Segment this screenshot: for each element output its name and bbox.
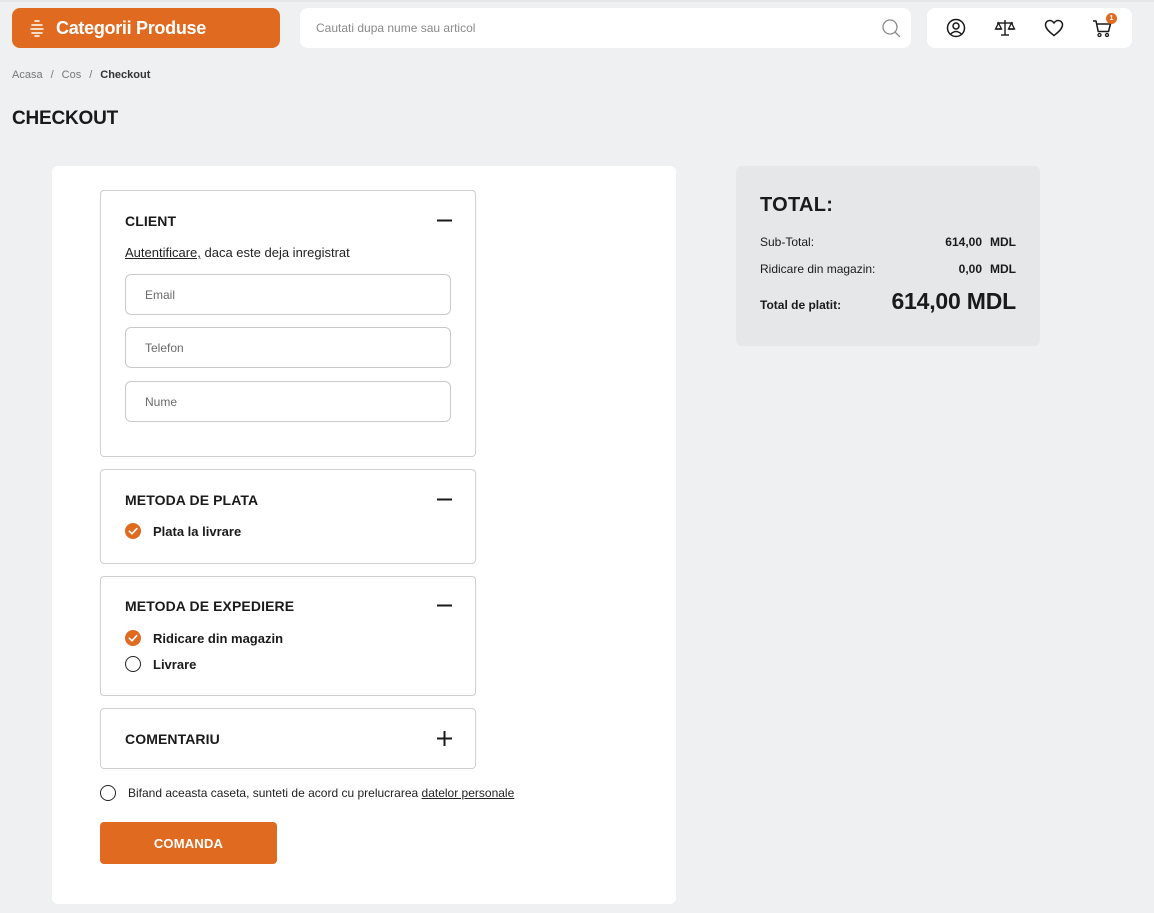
radio-checked-icon: [125, 630, 141, 646]
collapse-minus-icon[interactable]: [436, 491, 453, 508]
grand-total-row: Total de platit: 614,00 MDL: [760, 288, 1016, 315]
login-prompt-text: daca este deja inregistrat: [204, 245, 350, 260]
breadcrumb-separator: /: [50, 69, 54, 81]
name-input[interactable]: [126, 382, 450, 421]
checkout-form-card: CLIENT Autentificare, daca este deja inr…: [52, 166, 676, 904]
collapse-minus-icon[interactable]: [436, 597, 453, 614]
user-icon[interactable]: [945, 17, 967, 39]
cart-icon[interactable]: 1: [1091, 13, 1117, 39]
top-divider: [0, 0, 1154, 2]
consent-text: Bifand aceasta caseta, sunteti de acord …: [128, 786, 419, 800]
order-summary-card: TOTAL: Sub-Total: 614,00 MDL Ridicare din…: [736, 166, 1040, 346]
client-section-title: CLIENT: [125, 213, 177, 229]
client-section: CLIENT Autentificare, daca este deja inr…: [100, 190, 476, 457]
payment-section-title: METODA DE PLATA: [125, 492, 259, 508]
consent-row: Bifand aceasta caseta, sunteti de acord …: [100, 785, 514, 801]
radio-unchecked-icon: [125, 656, 141, 672]
categories-label: Categorii Produse: [56, 17, 206, 38]
currency-label: MDL: [990, 262, 1016, 276]
phone-input[interactable]: [126, 328, 450, 367]
search-icon[interactable]: [881, 18, 901, 38]
comment-section-title: COMENTARIU: [125, 731, 220, 747]
shipping-option-label: Ridicare din magazin: [153, 630, 284, 646]
compare-scale-icon[interactable]: [994, 17, 1016, 39]
search-input[interactable]: [300, 8, 860, 48]
pickup-label: Ridicare din magazin:: [760, 262, 876, 276]
cart-count-badge: 1: [1106, 13, 1117, 24]
email-input[interactable]: [126, 275, 450, 314]
pickup-value: 0,00: [958, 262, 982, 276]
header-icon-bar: 1: [927, 8, 1132, 48]
shipping-option-label: Livrare: [153, 656, 197, 672]
payment-method-section: METODA DE PLATA Plata la livrare: [100, 469, 476, 564]
order-button[interactable]: COMANDA: [100, 822, 277, 864]
currency-label: MDL: [990, 235, 1016, 249]
menu-icon: [30, 19, 44, 37]
shipping-option-delivery[interactable]: Livrare: [125, 656, 196, 672]
payment-option-cash-on-delivery[interactable]: Plata la livrare: [125, 523, 241, 539]
breadcrumb-home[interactable]: Acasa: [12, 69, 43, 81]
radio-checked-icon: [125, 523, 141, 539]
pickup-row: Ridicare din magazin: 0,00 MDL: [760, 262, 1016, 276]
shipping-method-section: METODA DE EXPEDIERE Ridicare din magazin…: [100, 576, 476, 696]
subtotal-row: Sub-Total: 614,00 MDL: [760, 235, 1016, 249]
consent-checkbox[interactable]: [100, 785, 116, 801]
personal-data-link[interactable]: datelor personale: [422, 786, 515, 800]
breadcrumb-current: Checkout: [100, 69, 151, 81]
expand-plus-icon[interactable]: [436, 730, 453, 747]
total-title: TOTAL:: [760, 194, 834, 216]
heart-icon[interactable]: [1043, 17, 1065, 39]
payment-option-label: Plata la livrare: [153, 523, 242, 539]
comment-section[interactable]: COMENTARIU: [100, 708, 476, 769]
grand-total-value: 614,00 MDL: [891, 288, 1016, 314]
collapse-minus-icon[interactable]: [436, 212, 453, 229]
page-title: CHECKOUT: [12, 108, 119, 129]
shipping-option-store-pickup[interactable]: Ridicare din magazin: [125, 630, 283, 646]
subtotal-label: Sub-Total:: [760, 235, 815, 249]
breadcrumb-cart[interactable]: Cos: [62, 69, 82, 81]
email-field: [125, 274, 451, 315]
search-bar: [300, 8, 911, 48]
breadcrumb: Acasa / Cos / Checkout: [12, 69, 150, 81]
categories-button[interactable]: Categorii Produse: [12, 8, 280, 48]
consent-text-wrap: Bifand aceasta caseta, sunteti de acord …: [128, 786, 514, 800]
breadcrumb-separator: /: [89, 69, 93, 81]
phone-field: [125, 327, 451, 368]
grand-total-label: Total de platit:: [760, 298, 842, 312]
shipping-section-title: METODA DE EXPEDIERE: [125, 598, 295, 614]
subtotal-value: 614,00: [945, 235, 982, 249]
login-link[interactable]: Autentificare,: [125, 245, 201, 260]
login-prompt: Autentificare, daca este deja inregistra…: [125, 245, 350, 260]
name-field: [125, 381, 451, 422]
